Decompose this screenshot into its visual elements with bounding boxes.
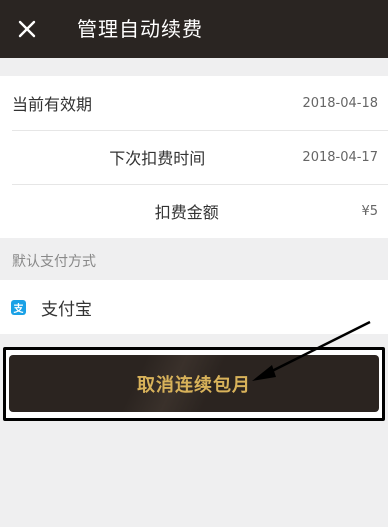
row-next-charge-time: 下次扣费时间 2018-04-17 (0, 130, 388, 184)
payment-method-row[interactable]: 支 支付宝 (0, 280, 388, 334)
row-charge-amount: 扣费金额 ¥5 (0, 184, 388, 238)
next-charge-time-value: 2018-04-17 (302, 149, 378, 165)
divider (12, 184, 388, 185)
close-button[interactable] (13, 15, 41, 43)
cancel-button-label: 取消连续包月 (137, 374, 251, 396)
renewal-info-card: 当前有效期 2018-04-18 下次扣费时间 2018-04-17 扣费金额 … (0, 76, 388, 238)
payment-section-label: 默认支付方式 (12, 254, 96, 270)
divider (12, 130, 388, 131)
alipay-icon: 支 (11, 299, 26, 315)
payment-method-label: 支付宝 (41, 299, 92, 320)
charge-amount-label: 扣费金额 (154, 203, 219, 222)
charge-amount-value: ¥5 (361, 203, 378, 219)
page-title: 管理自动续费 (77, 17, 203, 41)
next-charge-time-label: 下次扣费时间 (109, 149, 206, 168)
cancel-monthly-subscription-button[interactable]: 取消连续包月 (9, 355, 379, 412)
close-icon (18, 20, 36, 38)
current-validity-label: 当前有效期 (12, 95, 93, 114)
top-bar: 管理自动续费 (0, 0, 388, 58)
row-current-validity: 当前有效期 2018-04-18 (0, 76, 388, 130)
current-validity-value: 2018-04-18 (302, 95, 378, 111)
